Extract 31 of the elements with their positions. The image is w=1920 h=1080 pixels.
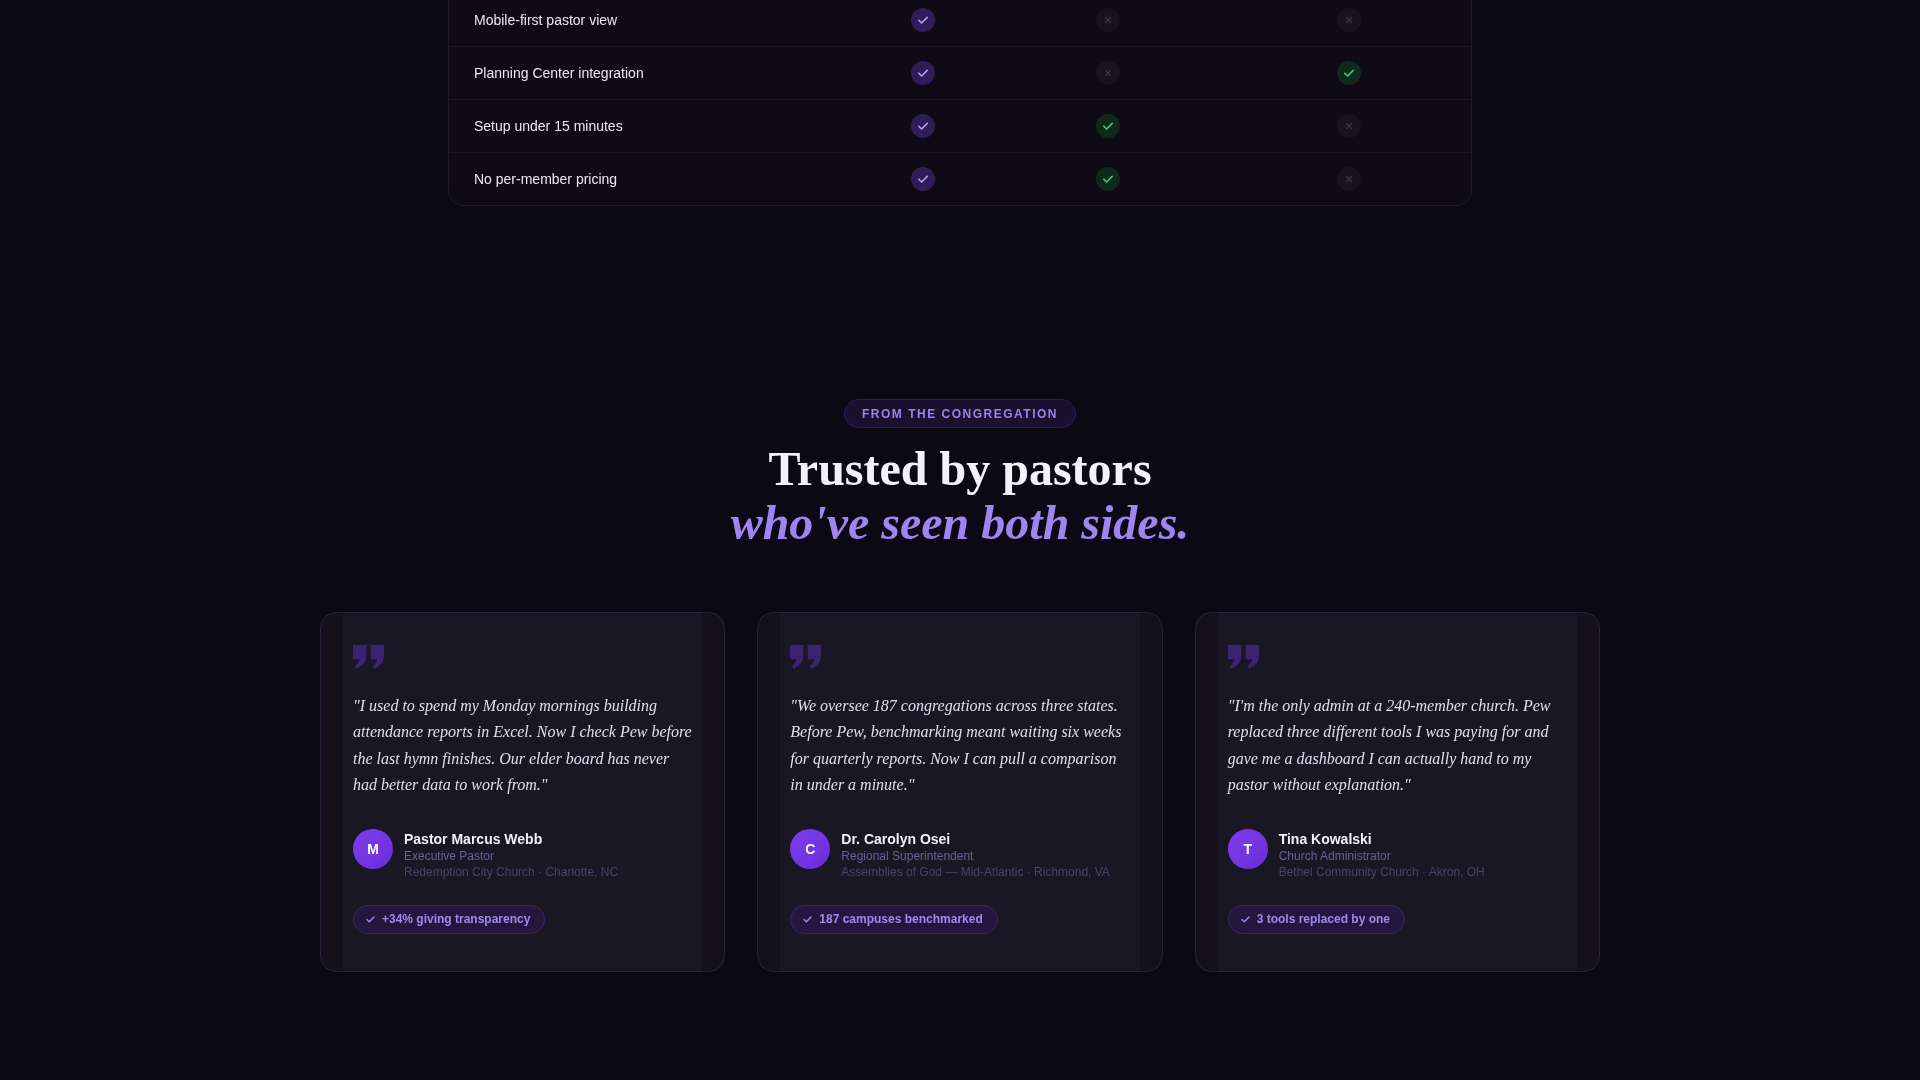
testimonial-quote: "I'm the only admin at a 240-member church. Pew replaced three different tools I was paying for and gave me a dashboard I can actually hand to my pastor without explanation." (1227, 696, 1552, 796)
author-organization: Assemblies of God — Mid-Atlantic · Richmond, VA (841, 863, 1110, 880)
author-organization: Redemption City Church · Charlotte, NC (404, 863, 619, 880)
check-icon (1240, 915, 1250, 923)
quote-mark-icon (1227, 645, 1260, 669)
result-text: 3 tools replaced by one (1256, 912, 1391, 927)
author-organization: Bethel Community Church · Akron, OH (1278, 863, 1485, 880)
author-role: Executive Pastor (404, 847, 495, 864)
avatar: T (1227, 828, 1268, 869)
avatar: C (790, 828, 831, 869)
section-title-accent: who've seen both sides. (730, 496, 1190, 550)
feature-label: Planning Center integration (473, 65, 644, 81)
check-icon (803, 915, 813, 923)
feature-label: Mobile-first pastor view (473, 11, 618, 28)
author-role: Church Administrator (1278, 847, 1391, 864)
feature-label: Setup under 15 minutes (473, 118, 623, 134)
section-title: Trusted by pastors (768, 442, 1152, 496)
quote-mark-icon (790, 645, 823, 669)
result-text: +34% giving transparency (382, 912, 531, 927)
quote-mark-icon (353, 645, 385, 669)
author-name: Dr. Carolyn Osei (841, 829, 951, 848)
avatar: M (353, 828, 393, 869)
testimonial-quote: "We oversee 187 congregations across three states. Before Pew, benchmarking meant waiting six weeks for quarterly reports. Now I can pull a comparison in under a minute." (790, 696, 1123, 796)
author-role: Regional Superintendent (841, 847, 974, 864)
author-name: Tina Kowalski (1278, 829, 1372, 848)
feature-label: No per-member pricing (473, 171, 618, 187)
author-name: Pastor Marcus Webb (404, 829, 543, 848)
section-eyebrow: FROM THE CONGREGATION (844, 399, 1076, 428)
result-text: 187 campuses benchmarked (819, 912, 983, 927)
testimonial-quote: "I used to spend my Monday mornings building attendance reports in Excel. Now I check Pew before the last hymn finishes. Our elder board has never had better data to work from." (353, 696, 693, 796)
check-icon (366, 915, 375, 923)
